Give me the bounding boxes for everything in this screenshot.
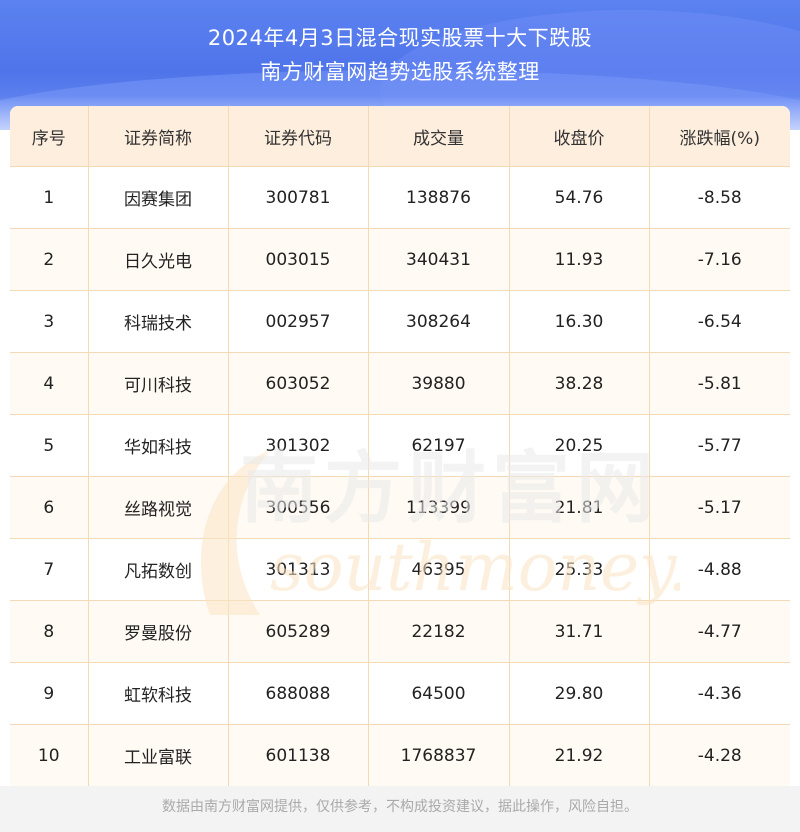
cell-volume: 62197	[367, 414, 510, 477]
cell-change: -4.28	[648, 724, 790, 786]
cell-volume: 308264	[367, 290, 510, 353]
cell-code: 003015	[227, 228, 369, 291]
page-subtitle: 南方财富网趋势选股系统整理	[260, 60, 540, 84]
cell-name: 凡拓数创	[87, 538, 229, 601]
cell-index: 4	[10, 352, 89, 415]
table-card: 序号 证券简称 证券代码 成交量 收盘价 涨跌幅(%) 1 因赛集团 300781 1…	[10, 106, 790, 786]
table-row: 3 科瑞技术 002957 308264 16.30 -6.54	[10, 290, 790, 353]
footer: 数据由南方财富网提供，仅供参考，不构成投资建议，据此操作，风险自担。	[0, 786, 800, 832]
cell-volume: 113399	[367, 476, 510, 539]
cell-close: 25.33	[508, 538, 650, 601]
cell-volume: 64500	[367, 662, 510, 725]
column-header-close: 收盘价	[508, 106, 650, 167]
cell-index: 3	[10, 290, 89, 353]
column-header-change: 涨跌幅(%)	[648, 106, 790, 167]
cell-change: -8.58	[648, 166, 790, 229]
table-row: 5 华如科技 301302 62197 20.25 -5.77	[10, 414, 790, 477]
cell-name: 因赛集团	[87, 166, 229, 229]
cell-name: 可川科技	[87, 352, 229, 415]
cell-close: 31.71	[508, 600, 650, 663]
cell-name: 工业富联	[87, 724, 229, 786]
cell-close: 16.30	[508, 290, 650, 353]
cell-code: 300556	[227, 476, 369, 539]
cell-name: 丝路视觉	[87, 476, 229, 539]
cell-code: 301302	[227, 414, 369, 477]
cell-index: 8	[10, 600, 89, 663]
cell-name: 虹软科技	[87, 662, 229, 725]
cell-name: 华如科技	[87, 414, 229, 477]
column-header-code: 证券代码	[227, 106, 369, 167]
table-row: 1 因赛集团 300781 138876 54.76 -8.58	[10, 166, 790, 229]
cell-change: -4.36	[648, 662, 790, 725]
cell-close: 54.76	[508, 166, 650, 229]
cell-index: 1	[10, 166, 89, 229]
cell-volume: 138876	[367, 166, 510, 229]
disclaimer-text: 数据由南方财富网提供，仅供参考，不构成投资建议，据此操作，风险自担。	[162, 799, 638, 815]
column-header-index: 序号	[10, 106, 89, 167]
cell-volume: 22182	[367, 600, 510, 663]
cell-name: 罗曼股份	[87, 600, 229, 663]
table-row: 2 日久光电 003015 340431 11.93 -7.16	[10, 228, 790, 291]
cell-code: 301313	[227, 538, 369, 601]
cell-name: 日久光电	[87, 228, 229, 291]
column-header-volume: 成交量	[367, 106, 510, 167]
table-row: 8 罗曼股份 605289 22182 31.71 -4.77	[10, 600, 790, 663]
cell-index: 10	[10, 724, 89, 786]
cell-change: -5.77	[648, 414, 790, 477]
cell-change: -6.54	[648, 290, 790, 353]
table-header-row: 序号 证券简称 证券代码 成交量 收盘价 涨跌幅(%)	[10, 106, 790, 167]
cell-index: 5	[10, 414, 89, 477]
cell-index: 6	[10, 476, 89, 539]
table-row: 4 可川科技 603052 39880 38.28 -5.81	[10, 352, 790, 415]
cell-volume: 1768837	[367, 724, 510, 786]
cell-change: -7.16	[648, 228, 790, 291]
cell-change: -5.17	[648, 476, 790, 539]
cell-change: -4.77	[648, 600, 790, 663]
cell-volume: 39880	[367, 352, 510, 415]
table-row: 6 丝路视觉 300556 113399 21.81 -5.17	[10, 476, 790, 539]
cell-code: 002957	[227, 290, 369, 353]
cell-change: -5.81	[648, 352, 790, 415]
column-header-name: 证券简称	[87, 106, 229, 167]
cell-index: 9	[10, 662, 89, 725]
cell-name: 科瑞技术	[87, 290, 229, 353]
stock-table: 序号 证券简称 证券代码 成交量 收盘价 涨跌幅(%) 1 因赛集团 300781 1…	[10, 106, 790, 786]
cell-code: 603052	[227, 352, 369, 415]
table-row: 9 虹软科技 688088 64500 29.80 -4.36	[10, 662, 790, 725]
cell-code: 688088	[227, 662, 369, 725]
cell-code: 605289	[227, 600, 369, 663]
cell-close: 21.92	[508, 724, 650, 786]
cell-close: 21.81	[508, 476, 650, 539]
cell-volume: 46395	[367, 538, 510, 601]
cell-change: -4.88	[648, 538, 790, 601]
cell-volume: 340431	[367, 228, 510, 291]
cell-code: 601138	[227, 724, 369, 786]
cell-index: 7	[10, 538, 89, 601]
table-row: 10 工业富联 601138 1768837 21.92 -4.28	[10, 724, 790, 786]
cell-index: 2	[10, 228, 89, 291]
cell-close: 11.93	[508, 228, 650, 291]
page-title: 2024年4月3日混合现实股票十大下跌股	[207, 26, 593, 50]
table-row: 7 凡拓数创 301313 46395 25.33 -4.88	[10, 538, 790, 601]
cell-close: 29.80	[508, 662, 650, 725]
cell-code: 300781	[227, 166, 369, 229]
cell-close: 20.25	[508, 414, 650, 477]
cell-close: 38.28	[508, 352, 650, 415]
